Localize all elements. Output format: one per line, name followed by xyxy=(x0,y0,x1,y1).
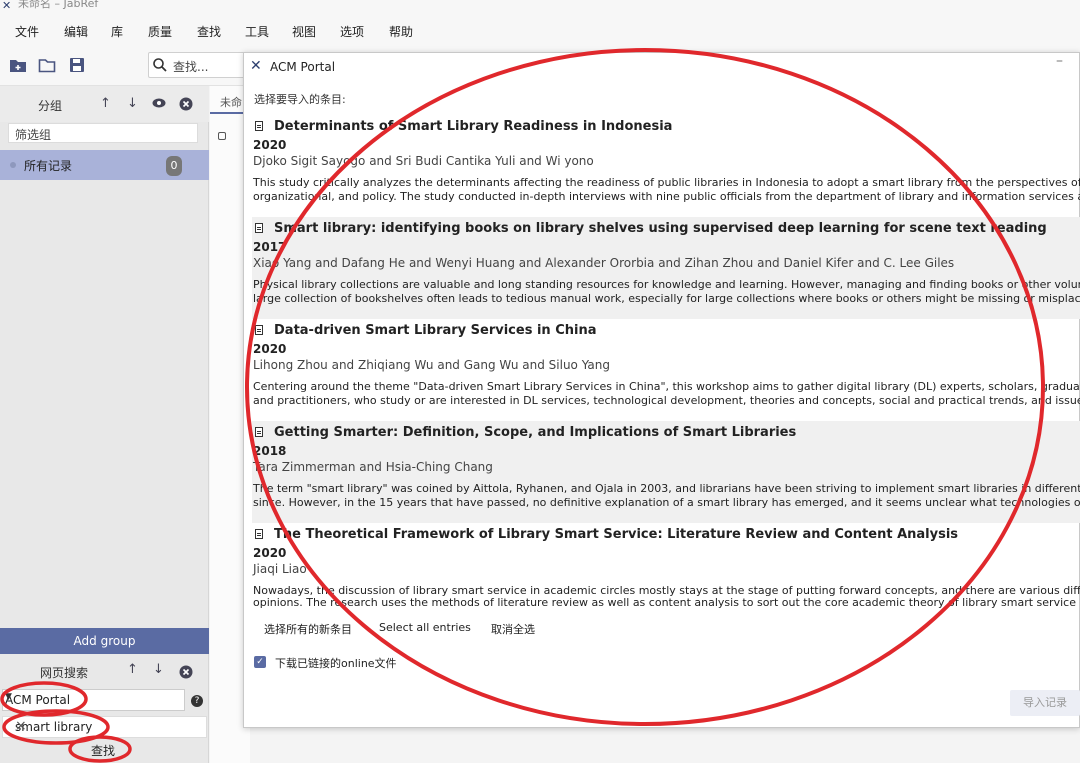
download-linked-files-checkbox[interactable]: ✓ xyxy=(254,656,266,668)
search-icon xyxy=(153,58,167,72)
entry-title: Getting Smarter: Definition, Scope, and … xyxy=(274,425,797,440)
dialog-prompt: 选择要导入的条目: xyxy=(254,93,346,106)
dialog-title: ACM Portal xyxy=(270,60,336,74)
menu-quality[interactable]: 质量 xyxy=(148,23,172,40)
menu-view[interactable]: 视图 xyxy=(292,23,316,40)
menu-file[interactable]: 文件 xyxy=(15,23,39,40)
save-icon[interactable] xyxy=(68,56,86,74)
help-icon[interactable]: ? xyxy=(191,695,203,707)
group-all-records[interactable]: 所有记录 0 xyxy=(0,150,209,180)
window-title: 未命名 – JabRef xyxy=(18,0,99,10)
entry-type-icon xyxy=(218,132,226,140)
groups-label: 分组 xyxy=(38,99,63,113)
dialog-titlebar: ✕ ACM Portal – xyxy=(244,53,1080,81)
menu-edit[interactable]: 编辑 xyxy=(64,23,88,40)
entry-abstract: since. However, in the 15 years that hav… xyxy=(253,496,1080,509)
search-placeholder: 查找... xyxy=(173,60,209,74)
entry-year: 2020 xyxy=(253,342,287,356)
import-entries-button[interactable]: 导入记录 xyxy=(1010,690,1080,716)
entry-year: 2017 xyxy=(253,240,287,254)
groups-header: 分组 ↑ ↓ xyxy=(0,86,209,122)
import-dialog: ✕ ACM Portal – 选择要导入的条目: Determinants of… xyxy=(243,52,1080,728)
entry-abstract: Centering around the theme "Data-driven … xyxy=(253,380,1080,393)
dropdown-arrow-icon: ▼ xyxy=(5,692,12,702)
menu-options[interactable]: 选项 xyxy=(340,23,364,40)
entry-title: Smart library: identifying books on libr… xyxy=(274,221,1047,236)
entry-authors: Lihong Zhou and Zhiqiang Wu and Gang Wu … xyxy=(253,358,610,372)
entry-list[interactable]: Determinants of Smart Library Readiness … xyxy=(252,115,1080,663)
web-search-header: 网页搜索 ↑ ↓ xyxy=(0,657,209,685)
menu-library[interactable]: 库 xyxy=(111,23,123,40)
entry-title: Data-driven Smart Library Services in Ch… xyxy=(274,323,597,338)
global-search-input[interactable]: 查找... xyxy=(148,52,248,78)
entry-year: 2018 xyxy=(253,444,287,458)
entry-authors: Jiaqi Liao xyxy=(253,562,307,576)
document-icon xyxy=(255,427,263,437)
minimize-icon[interactable]: – xyxy=(1056,53,1063,69)
fetcher-select[interactable]: ACM Portal ▼ xyxy=(2,689,185,711)
list-item[interactable]: Data-driven Smart Library Services in Ch… xyxy=(252,319,1080,421)
document-icon xyxy=(255,325,263,335)
entry-abstract: organizational, and policy. The study co… xyxy=(253,190,1080,203)
entry-abstract: large collection of bookshelves often le… xyxy=(253,292,1080,305)
clear-icon[interactable]: × xyxy=(15,718,202,734)
groups-sidebar: 分组 ↑ ↓ 筛选组 所有记录 0 Add group 网页搜索 ↑ ↓ ACM… xyxy=(0,86,209,763)
entry-abstract: opinions. The research uses the methods … xyxy=(253,596,1080,609)
list-item[interactable]: The Theoretical Framework of Library Sma… xyxy=(252,523,1080,609)
web-search-button[interactable]: 查找 xyxy=(86,742,120,760)
list-item[interactable]: Smart library: identifying books on libr… xyxy=(252,217,1080,319)
group-filter-placeholder: 筛选组 xyxy=(15,128,52,142)
entry-title: Determinants of Smart Library Readiness … xyxy=(274,119,673,134)
entry-abstract: and practitioners, who study or are inte… xyxy=(253,394,1080,407)
jabref-logo-icon: ✕ xyxy=(250,58,262,74)
select-new-entries-link[interactable]: 选择所有的新条目 xyxy=(264,621,352,637)
menu-help[interactable]: 帮助 xyxy=(389,23,413,40)
eye-icon[interactable] xyxy=(152,98,166,108)
entry-year: 2020 xyxy=(253,138,287,152)
arrow-down-icon[interactable]: ↓ xyxy=(127,96,138,112)
entry-authors: Tara Zimmerman and Hsia-Ching Chang xyxy=(253,460,493,474)
all-records-count: 0 xyxy=(166,156,182,176)
document-icon xyxy=(255,223,263,233)
entry-abstract: Physical library collections are valuabl… xyxy=(253,278,1080,291)
arrow-up-icon[interactable]: ↑ xyxy=(100,96,111,112)
arrow-down-icon[interactable]: ↓ xyxy=(153,662,164,678)
group-filter-input[interactable]: 筛选组 xyxy=(8,123,198,143)
document-icon xyxy=(255,529,263,539)
close-circle-icon[interactable] xyxy=(179,97,193,111)
web-search-label: 网页搜索 xyxy=(40,666,89,680)
select-all-entries-link[interactable]: Select all entries xyxy=(379,621,471,634)
menu-search[interactable]: 查找 xyxy=(197,23,221,40)
list-item[interactable]: Getting Smarter: Definition, Scope, and … xyxy=(252,421,1080,523)
group-dot-icon xyxy=(10,162,16,168)
entry-authors: Djoko Sigit Sayogo and Sri Budi Cantika … xyxy=(253,154,594,168)
entry-title: The Theoretical Framework of Library Sma… xyxy=(274,527,959,542)
all-records-label: 所有记录 xyxy=(24,159,73,173)
entry-year: 2020 xyxy=(253,546,287,560)
entry-abstract: The term "smart library" was coined by A… xyxy=(253,482,1080,495)
deselect-all-link[interactable]: 取消全选 xyxy=(491,621,535,637)
menu-bar: 文件 编辑 库 质量 查找 工具 视图 选项 帮助 xyxy=(0,14,1080,46)
list-item[interactable]: Determinants of Smart Library Readiness … xyxy=(252,115,1080,217)
document-icon xyxy=(255,121,263,131)
jabref-logo-icon: ✕ xyxy=(2,0,12,12)
new-library-icon[interactable] xyxy=(9,56,27,74)
window-titlebar: ✕ 未命名 – JabRef xyxy=(0,0,1080,14)
close-circle-icon[interactable] xyxy=(179,665,193,679)
open-folder-icon[interactable] xyxy=(38,56,56,74)
entry-abstract: This study critically analyzes the deter… xyxy=(253,176,1080,189)
arrow-up-icon[interactable]: ↑ xyxy=(127,662,138,678)
web-search-query-input[interactable]: smart library × xyxy=(2,716,207,738)
download-linked-files-label: 下载已链接的online文件 xyxy=(275,657,397,670)
add-group-button[interactable]: Add group xyxy=(0,628,209,654)
menu-tools[interactable]: 工具 xyxy=(245,23,269,40)
entry-authors: Xiao Yang and Dafang He and Wenyi Huang … xyxy=(253,256,955,270)
